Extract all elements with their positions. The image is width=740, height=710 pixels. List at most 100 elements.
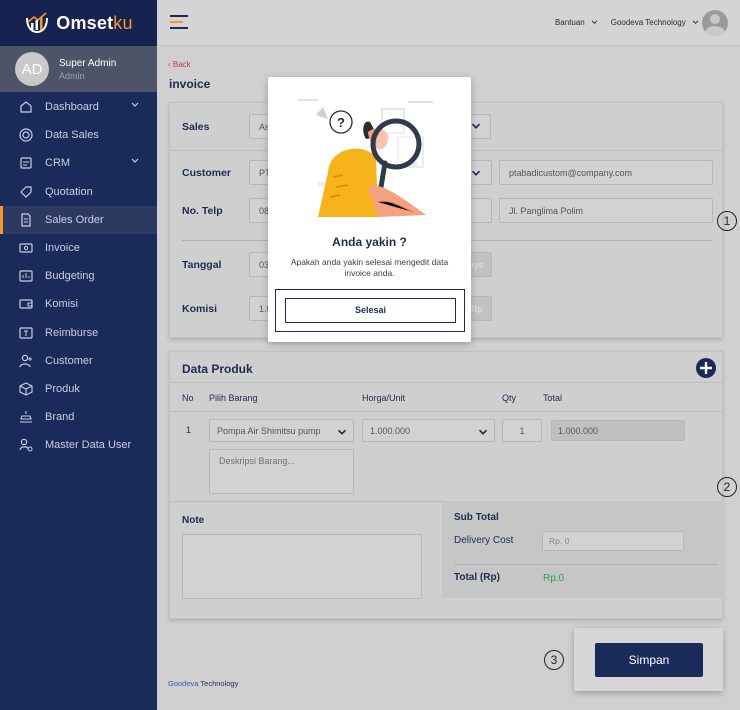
- sidebar: Omsetku AD Super Admin Admin Dashboard D…: [0, 0, 157, 710]
- help-menu[interactable]: Bantuan: [555, 18, 598, 27]
- sales-label: Sales: [182, 121, 210, 133]
- sidebar-item-label: Data Sales: [45, 129, 99, 142]
- search-illustration: ?: [298, 99, 433, 217]
- delivery-cost-field[interactable]: Rp. 0: [542, 531, 684, 551]
- product-card: Data Produk No Pilih Barang Horga/Unit Q…: [169, 351, 723, 619]
- chevron-down-icon: [471, 170, 481, 176]
- sidebar-item-label: Produk: [45, 382, 80, 395]
- sidebar-item-label: Komisi: [45, 298, 79, 311]
- company-menu[interactable]: Goodeva Technology: [611, 18, 699, 27]
- note-label: Note: [182, 515, 205, 526]
- note-textarea[interactable]: [182, 534, 422, 599]
- profile-block[interactable]: AD Super Admin Admin: [0, 46, 157, 92]
- add-product-button[interactable]: [695, 357, 717, 379]
- sidebar-item-label: Invoice: [45, 242, 80, 255]
- profile-role: Admin: [59, 70, 85, 81]
- wallet-icon: [18, 297, 33, 312]
- sidebar-item-produk[interactable]: Produk: [0, 375, 157, 403]
- confirm-modal: ? Anda yakin ? Apakah anda yakin selesai…: [268, 77, 471, 342]
- chevron-down-icon: [478, 429, 488, 435]
- user-avatar[interactable]: [702, 10, 728, 36]
- brand-icon: [18, 410, 33, 425]
- finish-button[interactable]: Selesai: [285, 298, 456, 323]
- sidebar-item-label: Reimburse: [45, 326, 99, 339]
- marker-1: 1: [717, 211, 737, 231]
- address-field[interactable]: Jl. Panglima Polim: [499, 198, 713, 223]
- sidebar-item-sales-order[interactable]: Sales Order: [0, 205, 157, 234]
- email-field[interactable]: ptabadicustom@company.com: [499, 160, 713, 185]
- divider: [170, 382, 722, 383]
- footer: Goodeva Technology: [168, 679, 239, 688]
- back-link[interactable]: ‹ Back: [168, 60, 191, 69]
- box-icon: [18, 381, 33, 396]
- chevron-down-icon: [131, 158, 139, 164]
- budget-icon: [18, 269, 33, 284]
- price-select[interactable]: 1.000.000: [362, 419, 495, 442]
- sidebar-item-label: Quotation: [45, 185, 93, 198]
- user-settings-icon: [18, 438, 33, 453]
- sidebar-item-master-data-user[interactable]: Master Data User: [0, 431, 157, 459]
- app-name: Omsetku: [56, 12, 133, 33]
- hamburger-menu-icon[interactable]: [170, 15, 188, 33]
- subtotal-label: Sub Total: [454, 512, 499, 523]
- chevron-down-icon: [337, 429, 347, 435]
- profile-name: Super Admin: [59, 57, 117, 69]
- column-header-item: Pilih Barang: [209, 393, 258, 403]
- sidebar-item-budgeting[interactable]: Budgeting: [0, 262, 157, 290]
- chevron-down-icon: [471, 123, 481, 129]
- products-title: Data Produk: [182, 362, 253, 376]
- total-label: Total (Rp): [454, 572, 500, 583]
- delivery-cost-label: Delivery Cost: [454, 535, 514, 546]
- sidebar-item-data-sales[interactable]: Data Sales: [0, 121, 157, 149]
- target-icon: [18, 128, 33, 143]
- sidebar-menu: Dashboard Data Sales CRM Quotation Sales…: [0, 92, 157, 459]
- marker-2: 2: [717, 477, 737, 497]
- column-header-price: Horga/Unit: [362, 393, 406, 403]
- crm-icon: [18, 156, 33, 171]
- home-icon: [18, 100, 33, 115]
- modal-button-focus-frame: Selesai: [275, 289, 465, 332]
- sidebar-item-label: Sales Order: [45, 213, 104, 226]
- total-field: 1.000.000: [551, 420, 685, 441]
- total-value: Rp.0: [543, 573, 565, 584]
- sidebar-item-customer[interactable]: Customer: [0, 347, 157, 375]
- avatar: AD: [15, 52, 49, 86]
- column-header-qty: Qty: [502, 393, 517, 403]
- logo-chart-icon: [26, 12, 49, 34]
- modal-title: Anda yakin ?: [332, 235, 407, 249]
- customer-label: Customer: [182, 167, 232, 179]
- sidebar-item-crm[interactable]: CRM: [0, 149, 157, 177]
- item-description-field[interactable]: Deskripsi Barang...: [209, 449, 354, 494]
- modal-message: Apakah anda yakin selesai mengedit data …: [290, 257, 449, 278]
- column-header-no: No: [182, 393, 194, 403]
- tag-icon: [18, 184, 33, 199]
- phone-label: No. Telp: [182, 205, 223, 217]
- document-icon: [18, 212, 33, 227]
- sidebar-item-reimburse[interactable]: Reimburse: [0, 319, 157, 347]
- sidebar-item-invoice[interactable]: Invoice: [0, 234, 157, 262]
- sidebar-item-dashboard[interactable]: Dashboard: [0, 93, 157, 121]
- customer-icon: [18, 353, 33, 368]
- column-header-total: Total: [543, 393, 563, 403]
- item-select[interactable]: Pompa Air Shimitsu pump: [209, 419, 354, 442]
- page-title: invoice: [169, 77, 211, 91]
- sidebar-item-label: Budgeting: [45, 270, 95, 283]
- marker-3: 3: [544, 650, 564, 670]
- top-header: Bantuan Goodeva Technology: [157, 0, 740, 46]
- sidebar-item-label: Customer: [45, 354, 93, 367]
- chevron-down-icon: [692, 20, 699, 25]
- save-panel: Simpan: [574, 628, 723, 691]
- qty-field[interactable]: 1: [502, 419, 542, 442]
- sidebar-item-brand[interactable]: Brand: [0, 403, 157, 431]
- sidebar-item-quotation[interactable]: Quotation: [0, 178, 157, 206]
- divider: [170, 411, 722, 412]
- save-button[interactable]: Simpan: [595, 643, 703, 677]
- commission-label: Komisi: [182, 303, 218, 315]
- date-label: Tanggal: [182, 259, 222, 271]
- row-number: 1: [186, 425, 192, 435]
- app-logo[interactable]: Omsetku: [0, 0, 157, 46]
- invoice-icon: [18, 241, 33, 256]
- sidebar-item-komisi[interactable]: Komisi: [0, 290, 157, 318]
- sidebar-item-label: Master Data User: [45, 439, 132, 452]
- sidebar-item-label: Dashboard: [45, 101, 99, 114]
